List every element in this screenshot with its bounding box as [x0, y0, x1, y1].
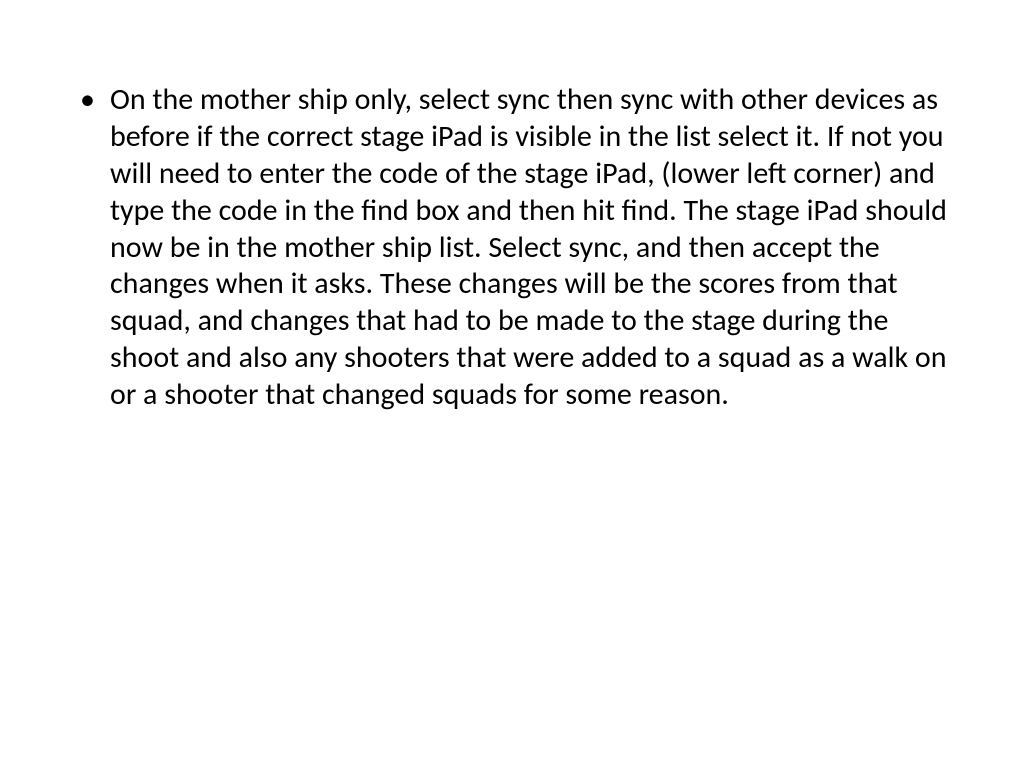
bullet-item: On the mother ship only, select sync the…	[70, 82, 954, 414]
slide-content: On the mother ship only, select sync the…	[0, 0, 1024, 768]
bullet-list: On the mother ship only, select sync the…	[70, 82, 954, 414]
